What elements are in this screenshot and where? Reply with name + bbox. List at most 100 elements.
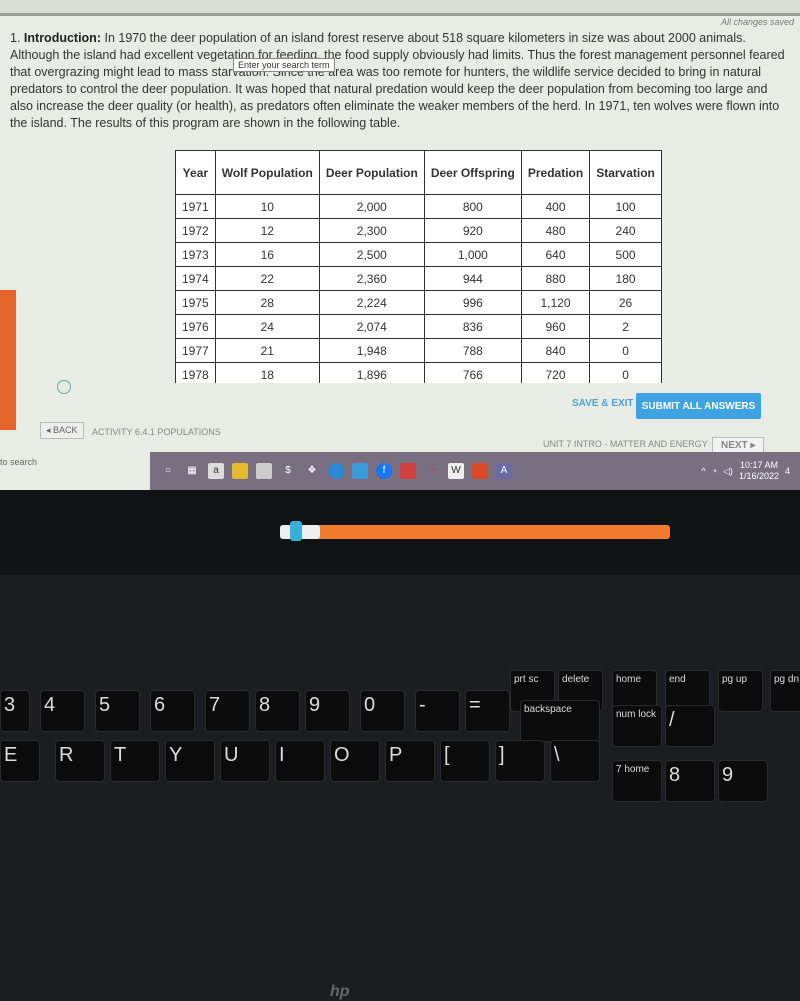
table-cell: 836 — [423, 314, 522, 339]
key[interactable]: U — [220, 740, 270, 782]
table-cell: 640 — [520, 242, 591, 267]
wifi-icon[interactable]: ◔ — [712, 466, 717, 476]
key[interactable]: / — [665, 705, 715, 747]
table-cell: 1,120 — [520, 290, 591, 315]
taskbar: ○ ▦ a $ ❖ f ~ W A ^ ◔ ◁) 10:17 AM 1/16/20… — [150, 452, 800, 490]
column-header: Deer Population — [318, 150, 425, 195]
table-row: 1976 24 2,074 836 960 2 — [175, 314, 662, 339]
file-explorer-icon[interactable] — [232, 463, 248, 479]
key[interactable]: E — [0, 740, 40, 782]
key[interactable]: 7 — [205, 690, 250, 732]
key[interactable]: 3 — [0, 690, 30, 732]
chevron-up-icon[interactable]: ^ — [701, 466, 705, 476]
key[interactable]: 4 — [40, 690, 85, 732]
table-cell: 22 — [214, 266, 320, 291]
key[interactable]: backspace — [520, 700, 600, 742]
key[interactable]: num lock — [612, 705, 662, 747]
save-exit-button[interactable]: SAVE & EXIT — [572, 398, 634, 409]
app-icon[interactable]: ~ — [424, 463, 440, 479]
column-header: Wolf Population — [214, 150, 320, 195]
key[interactable]: 7 home — [612, 760, 662, 802]
task-view-icon[interactable]: ▦ — [184, 463, 200, 479]
table-cell: 1,000 — [423, 242, 522, 267]
wikipedia-icon[interactable]: W — [448, 463, 464, 479]
mail-icon[interactable] — [352, 463, 368, 479]
store-icon[interactable] — [256, 463, 272, 479]
table-row: 1978 18 1,896 766 720 0 — [175, 362, 662, 383]
submit-all-answers-button[interactable]: SUBMIT ALL ANSWERS — [636, 393, 761, 419]
facebook-icon[interactable]: f — [376, 463, 392, 479]
table-cell: 2 — [589, 314, 662, 339]
key[interactable]: pg up — [718, 670, 763, 712]
table-cell: 1971 — [175, 194, 216, 219]
key[interactable]: \ — [550, 740, 600, 782]
table-cell: 2,500 — [318, 242, 425, 267]
volume-icon[interactable]: ◁) — [723, 466, 733, 477]
table-cell: 960 — [520, 314, 591, 339]
clock-icon[interactable] — [57, 380, 71, 394]
table-cell: 1972 — [175, 218, 216, 243]
table-cell: 880 — [520, 266, 591, 291]
app-icon[interactable]: $ — [280, 463, 296, 479]
taskbar-search[interactable]: to search — [0, 457, 37, 467]
table-cell: 18 — [214, 362, 320, 383]
table-cell: 480 — [520, 218, 591, 243]
hp-logo: hp — [330, 983, 350, 1000]
table-cell: 840 — [520, 338, 591, 363]
pencil — [280, 521, 670, 541]
table-cell: 2,000 — [318, 194, 425, 219]
key[interactable]: 0 — [360, 690, 405, 732]
key[interactable]: - — [415, 690, 460, 732]
back-button[interactable]: ◂ BACK — [40, 422, 84, 439]
key[interactable]: [ — [440, 740, 490, 782]
amazon-icon[interactable]: a — [208, 463, 224, 479]
key[interactable]: P — [385, 740, 435, 782]
table-cell: 2,360 — [318, 266, 425, 291]
key[interactable]: 8 — [255, 690, 300, 732]
column-header: Deer Offspring — [423, 150, 522, 195]
unit-title: UNIT 7 INTRO - MATTER AND ENERGY — [543, 439, 708, 449]
table-row: 1971 10 2,000 800 400 100 — [175, 194, 662, 219]
news-icon[interactable] — [400, 463, 416, 479]
table-cell: 24 — [214, 314, 320, 339]
table-cell: 2,300 — [318, 218, 425, 243]
table-row: 1974 22 2,360 944 880 180 — [175, 266, 662, 291]
key[interactable]: 8 — [665, 760, 715, 802]
key[interactable]: 9 — [718, 760, 768, 802]
key[interactable]: T — [110, 740, 160, 782]
table-cell: 100 — [589, 194, 662, 219]
edge-icon[interactable] — [328, 463, 344, 479]
office-icon[interactable] — [472, 463, 488, 479]
table-cell: 1974 — [175, 266, 216, 291]
table-cell: 28 — [214, 290, 320, 315]
key[interactable]: pg dn — [770, 670, 800, 712]
table-cell: 766 — [423, 362, 522, 383]
table-cell: 1973 — [175, 242, 216, 267]
key[interactable]: 5 — [95, 690, 140, 732]
clock[interactable]: 10:17 AM 1/16/2022 — [739, 460, 779, 482]
activity-title: ACTIVITY 6.4.1 POPULATIONS — [92, 427, 221, 437]
key[interactable]: 6 — [150, 690, 195, 732]
column-header: Starvation — [589, 150, 662, 195]
table-cell: 16 — [214, 242, 320, 267]
table-cell: 2,074 — [318, 314, 425, 339]
table-cell: 500 — [589, 242, 662, 267]
table-cell: 944 — [423, 266, 522, 291]
cortana-icon[interactable]: ○ — [160, 463, 176, 479]
key[interactable]: = — [465, 690, 510, 732]
table-row: 1972 12 2,300 920 480 240 — [175, 218, 662, 243]
key[interactable]: Y — [165, 740, 215, 782]
key[interactable]: I — [275, 740, 325, 782]
table-cell: 400 — [520, 194, 591, 219]
screen: All changes saved 1. Introduction: In 19… — [0, 0, 800, 490]
key[interactable]: O — [330, 740, 380, 782]
key[interactable]: R — [55, 740, 105, 782]
table-cell: 1978 — [175, 362, 216, 383]
column-header: Predation — [520, 150, 591, 195]
app-icon[interactable]: A — [496, 463, 512, 479]
key[interactable]: ] — [495, 740, 545, 782]
table-row: 1977 21 1,948 788 840 0 — [175, 338, 662, 363]
dropbox-icon[interactable]: ❖ — [304, 463, 320, 479]
key[interactable]: 9 — [305, 690, 350, 732]
notification-icon[interactable]: 4 — [785, 466, 790, 476]
